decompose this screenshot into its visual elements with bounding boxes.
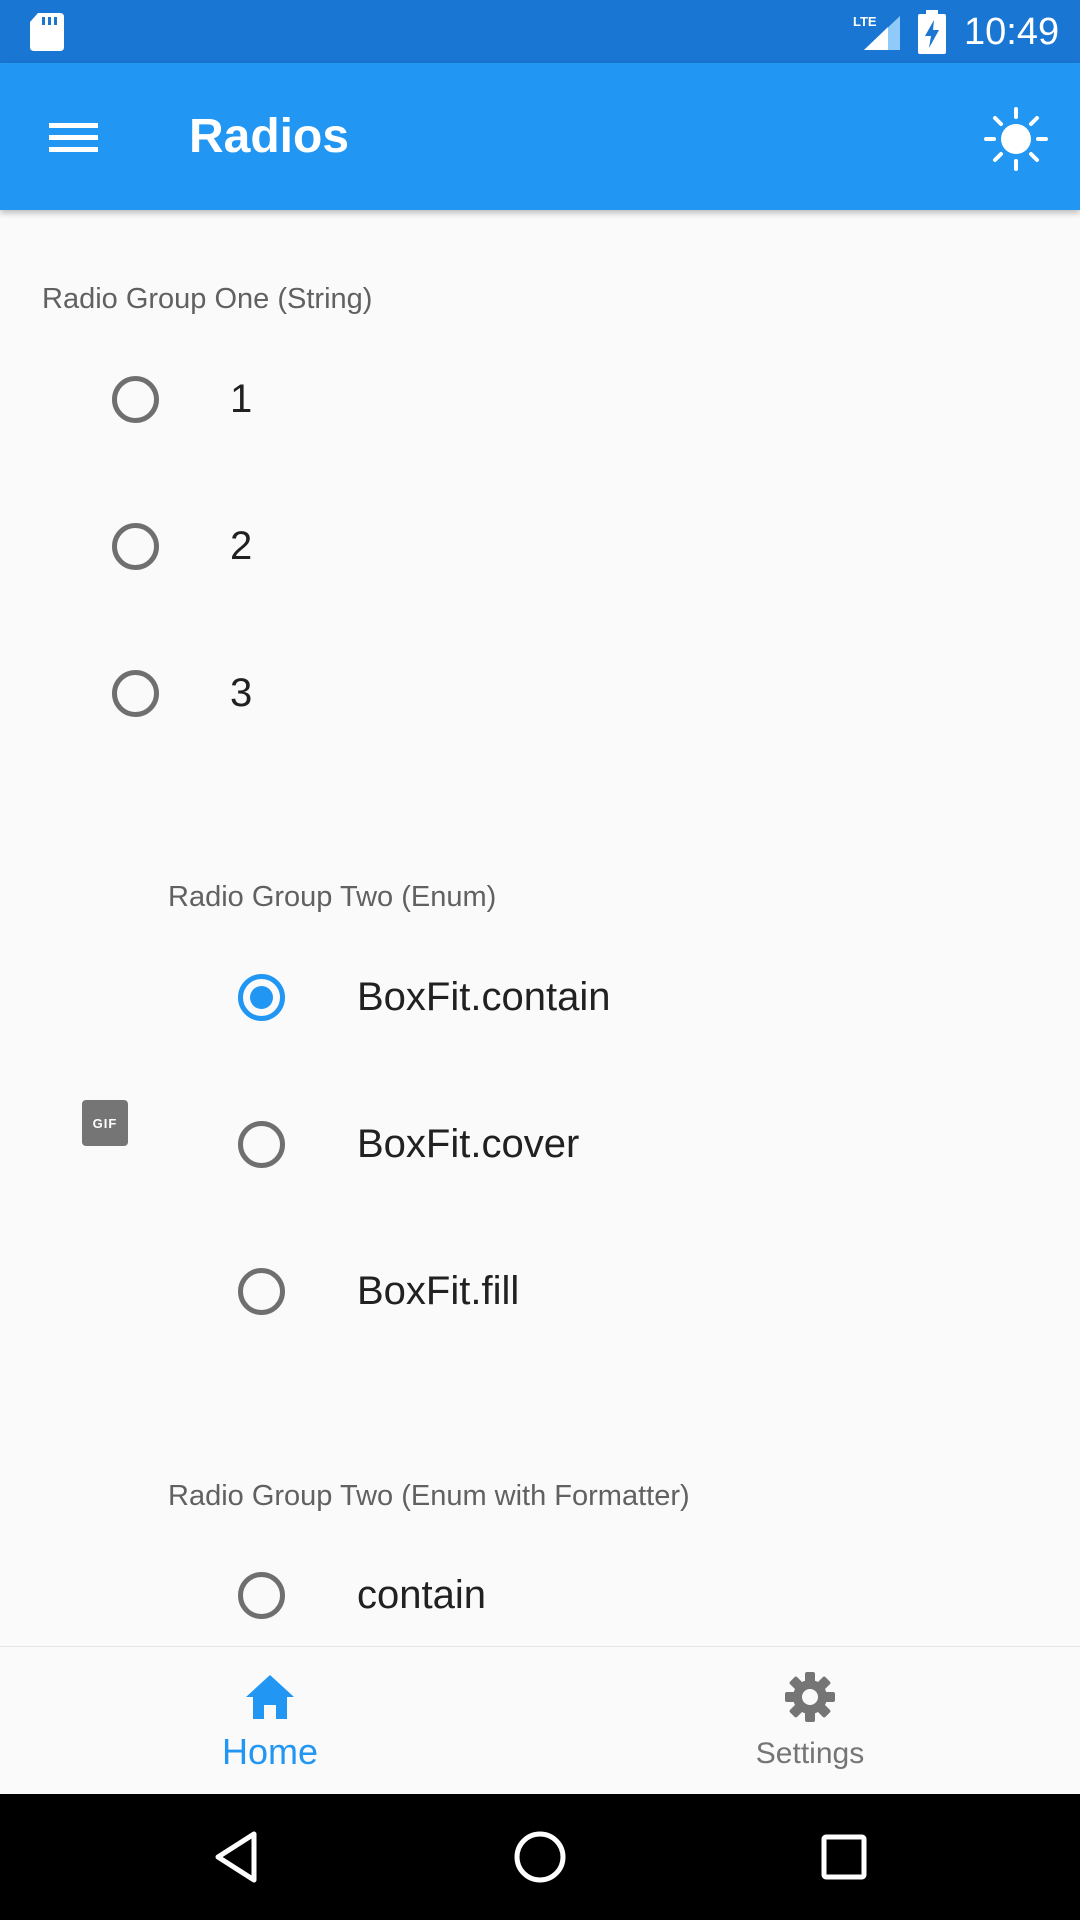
radio-option-boxfit-cover[interactable]: BoxFit.cover [0,1084,1080,1204]
battery-charging-icon [918,10,946,54]
group-three-label: Radio Group Two (Enum with Formatter) [168,1480,690,1512]
lte-signal-icon: LTE [853,14,900,50]
settings-icon [785,1672,835,1722]
bottom-navigation: Home Settings [0,1646,1080,1794]
radio-option-boxfit-contain[interactable]: BoxFit.contain [0,937,1080,1057]
radio-button[interactable] [238,1121,285,1168]
radio-option-boxfit-fill[interactable]: BoxFit.fill [0,1231,1080,1351]
group-one-label: Radio Group One (String) [42,283,373,315]
svg-text:LTE: LTE [853,14,877,29]
status-bar: LTE 10:49 [0,0,1080,63]
nav-item-home[interactable]: Home [0,1647,540,1795]
radio-label: BoxFit.fill [357,1269,520,1313]
status-time: 10:49 [964,11,1060,53]
radio-label: 2 [230,524,253,568]
radio-button[interactable] [112,670,159,717]
app-bar: Radios [0,63,1080,210]
radio-button[interactable] [112,523,159,570]
home-circle-icon[interactable] [507,1824,573,1890]
back-icon[interactable] [204,1824,270,1890]
radio-option-1[interactable]: 1 [0,339,1080,459]
radio-option-3[interactable]: 3 [0,633,1080,753]
nav-label-home: Home [221,1731,319,1772]
menu-icon[interactable] [36,103,108,171]
system-navigation-bar [0,1794,1080,1920]
radio-label: contain [357,1573,486,1617]
radio-button[interactable] [112,376,159,423]
gif-badge[interactable]: GIF [82,1100,128,1146]
recents-icon[interactable] [811,1824,877,1890]
brightness-icon[interactable] [980,103,1052,175]
radio-label: BoxFit.contain [357,975,611,1019]
nav-label-settings: Settings [755,1737,865,1770]
radio-label: BoxFit.cover [357,1122,580,1166]
radio-option-contain[interactable]: contain [0,1536,1080,1656]
page-title: Radios [189,110,350,163]
home-icon [246,1675,294,1719]
sd-card-icon [30,13,64,51]
nav-item-settings[interactable]: Settings [540,1647,1080,1795]
radio-label: 3 [230,671,253,715]
radio-button-selected[interactable] [238,974,285,1021]
radio-label: 1 [230,377,253,421]
group-two-label: Radio Group Two (Enum) [168,881,497,913]
radio-button[interactable] [238,1268,285,1315]
screen: LTE 10:49 Radios Radio Group One (String… [0,0,1080,1920]
radio-option-2[interactable]: 2 [0,486,1080,606]
radio-button[interactable] [238,1572,285,1619]
